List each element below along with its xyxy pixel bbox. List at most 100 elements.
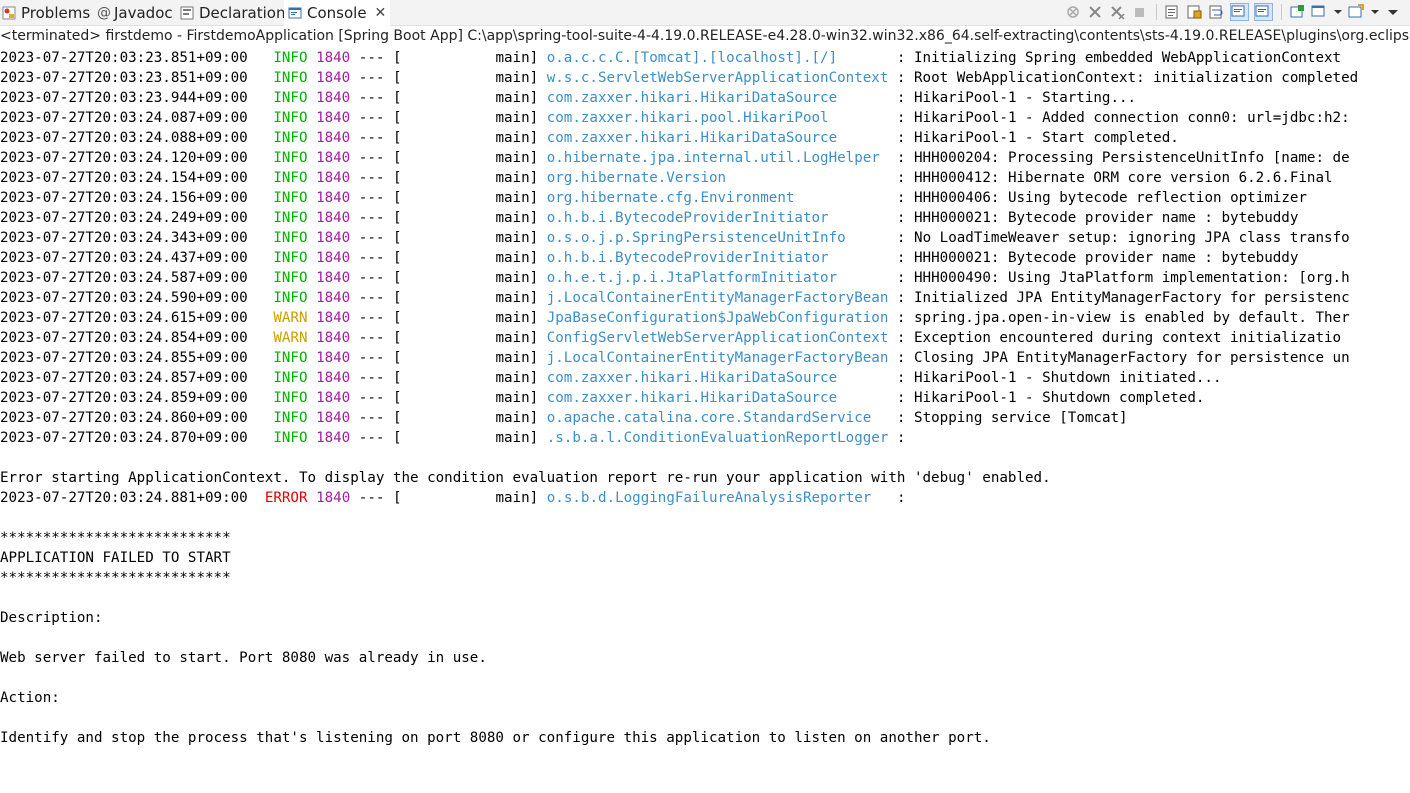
scroll-lock-icon[interactable]: [1186, 4, 1203, 20]
log-timestamp: 2023-07-27T20:03:24.854+09:00: [0, 330, 248, 346]
log-timestamp: 2023-07-27T20:03:24.587+09:00: [0, 270, 248, 286]
log-pid: 1840: [316, 90, 351, 106]
log-logger: o.apache.catalina.core.StandardService: [546, 410, 872, 426]
tab-javadoc[interactable]: @ Javadoc: [97, 0, 173, 25]
log-message: No LoadTimeWeaver setup: ignoring JPA cl…: [914, 230, 1350, 246]
log-thread: main: [495, 350, 530, 366]
log-line: 2023-07-27T20:03:24.859+09:00 INFO 1840 …: [0, 390, 1205, 406]
log-timestamp: 2023-07-27T20:03:24.088+09:00: [0, 130, 248, 146]
log-level: INFO: [273, 70, 308, 86]
log-message: HHH000021: Bytecode provider name : byte…: [914, 210, 1299, 226]
log-timestamp: 2023-07-27T20:03:24.870+09:00: [0, 430, 248, 446]
process-label: <terminated> firstdemo - FirstdemoApplic…: [0, 28, 1410, 44]
display-selected-console-icon[interactable]: [1311, 4, 1328, 20]
log-pid: 1840: [316, 350, 351, 366]
problems-icon: [2, 6, 16, 20]
remove-launch-icon[interactable]: [1065, 4, 1082, 20]
chevron-down-icon[interactable]: [1370, 4, 1380, 20]
chevron-down-icon[interactable]: [1333, 4, 1343, 20]
log-message: HikariPool-1 - Shutdown initiated...: [914, 370, 1222, 386]
log-timestamp: 2023-07-27T20:03:24.154+09:00: [0, 170, 248, 186]
log-text: Error starting ApplicationContext. To di…: [0, 470, 1051, 486]
log-pid: 1840: [316, 50, 351, 66]
toolbar-separator: [1281, 4, 1282, 20]
log-line: 2023-07-27T20:03:24.088+09:00 INFO 1840 …: [0, 130, 1179, 146]
log-logger: o.h.b.i.BytecodeProviderInitiator: [546, 210, 829, 226]
log-level: INFO: [273, 110, 308, 126]
log-line: Error starting ApplicationContext. To di…: [0, 468, 1410, 488]
log-level: INFO: [273, 90, 308, 106]
log-message: Initializing Spring embedded WebApplicat…: [914, 50, 1342, 66]
log-thread: main: [495, 490, 530, 506]
view-tab-bar: Problems @ Javadoc Declaration Console ✕: [0, 0, 1410, 26]
log-pid: 1840: [316, 170, 351, 186]
log-line: 2023-07-27T20:03:23.851+09:00 INFO 1840 …: [0, 70, 1359, 86]
show-console-on-stderr-icon[interactable]: [1254, 3, 1273, 21]
log-level: INFO: [273, 390, 308, 406]
clear-console-icon[interactable]: [1164, 4, 1181, 20]
log-logger: com.zaxxer.hikari.HikariDataSource: [546, 90, 838, 106]
log-line: Identify and stop the process that's lis…: [0, 728, 1410, 748]
tab-declaration[interactable]: Declaration: [180, 0, 285, 25]
log-thread: main: [495, 210, 530, 226]
log-line: 2023-07-27T20:03:24.855+09:00 INFO 1840 …: [0, 350, 1350, 366]
log-pid: 1840: [316, 270, 351, 286]
log-timestamp: 2023-07-27T20:03:24.156+09:00: [0, 190, 248, 206]
log-timestamp: 2023-07-27T20:03:24.249+09:00: [0, 210, 248, 226]
log-logger: j.LocalContainerEntityManagerFactoryBean: [546, 350, 889, 366]
console-output[interactable]: 2023-07-27T20:03:23.851+09:00 INFO 1840 …: [0, 48, 1410, 748]
log-logger: com.zaxxer.hikari.HikariDataSource: [546, 130, 838, 146]
log-line: 2023-07-27T20:03:24.615+09:00 WARN 1840 …: [0, 310, 1350, 326]
log-message: Exception encountered during context ini…: [914, 330, 1342, 346]
log-message: HHH000021: Bytecode provider name : byte…: [914, 250, 1299, 266]
log-logger: o.h.b.i.BytecodeProviderInitiator: [546, 250, 829, 266]
open-console-icon[interactable]: [1348, 4, 1365, 20]
log-line: 2023-07-27T20:03:24.857+09:00 INFO 1840 …: [0, 370, 1222, 386]
pin-console-icon[interactable]: [1289, 4, 1306, 20]
log-text: Identify and stop the process that's lis…: [0, 730, 991, 746]
tab-problems[interactable]: Problems: [2, 0, 90, 25]
log-timestamp: 2023-07-27T20:03:23.851+09:00: [0, 70, 248, 86]
log-level: INFO: [273, 370, 308, 386]
log-level: INFO: [273, 290, 308, 306]
log-level: INFO: [273, 270, 308, 286]
log-thread: main: [495, 90, 530, 106]
remove-terminated-icon[interactable]: [1109, 4, 1126, 20]
log-level: INFO: [273, 250, 308, 266]
log-text: APPLICATION FAILED TO START: [0, 550, 231, 566]
terminate-icon[interactable]: [1131, 4, 1148, 20]
view-menu-icon[interactable]: [1385, 4, 1402, 20]
log-line: Web server failed to start. Port 8080 wa…: [0, 648, 1410, 668]
word-wrap-icon[interactable]: [1208, 4, 1225, 20]
log-line: 2023-07-27T20:03:24.249+09:00 INFO 1840 …: [0, 210, 1299, 226]
tab-console[interactable]: Console ✕: [284, 0, 391, 26]
log-timestamp: 2023-07-27T20:03:24.860+09:00: [0, 410, 248, 426]
log-timestamp: 2023-07-27T20:03:24.590+09:00: [0, 290, 248, 306]
log-timestamp: 2023-07-27T20:03:24.615+09:00: [0, 310, 248, 326]
log-logger: ConfigServletWebServerApplicationContext: [546, 330, 889, 346]
remove-all-terminated-icon[interactable]: [1087, 4, 1104, 20]
log-thread: main: [495, 190, 530, 206]
log-timestamp: 2023-07-27T20:03:23.944+09:00: [0, 90, 248, 106]
log-timestamp: 2023-07-27T20:03:24.857+09:00: [0, 370, 248, 386]
show-console-on-stdout-icon[interactable]: [1230, 3, 1249, 21]
log-line: Action:: [0, 688, 1410, 708]
log-thread: main: [495, 130, 530, 146]
log-line: 2023-07-27T20:03:23.944+09:00 INFO 1840 …: [0, 90, 1137, 106]
log-line: 2023-07-27T20:03:23.851+09:00 INFO 1840 …: [0, 50, 1342, 66]
log-level: INFO: [273, 430, 308, 446]
tab-problems-label: Problems: [21, 3, 91, 22]
log-message: HikariPool-1 - Starting...: [914, 90, 1137, 106]
log-timestamp: 2023-07-27T20:03:24.881+09:00: [0, 490, 248, 506]
log-message: HikariPool-1 - Start completed.: [914, 130, 1179, 146]
log-thread: main: [495, 150, 530, 166]
log-logger: org.hibernate.cfg.Environment: [546, 190, 795, 206]
log-line: 2023-07-27T20:03:24.590+09:00 INFO 1840 …: [0, 290, 1350, 306]
log-line: Description:: [0, 608, 1410, 628]
close-icon[interactable]: ✕: [375, 5, 387, 21]
log-pid: 1840: [316, 490, 351, 506]
